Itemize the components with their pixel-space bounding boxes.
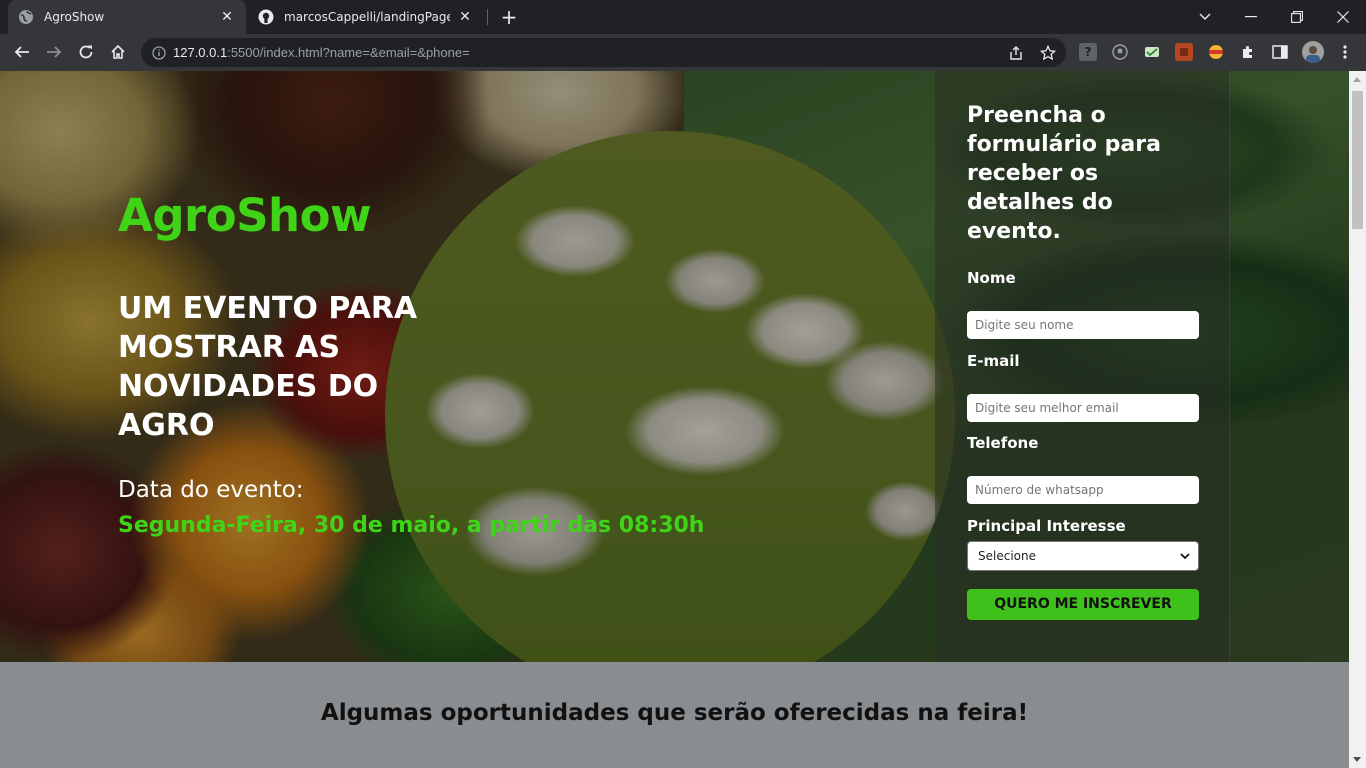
page-viewport: AgroShow UM EVENTO PARA MOSTRAR AS NOVID… — [0, 71, 1349, 768]
puzzle-icon[interactable] — [1239, 43, 1257, 61]
menu-icon[interactable] — [1336, 43, 1354, 61]
url-host: 127.0.0.1 — [173, 45, 228, 60]
page-scrollbar[interactable] — [1349, 71, 1366, 768]
home-icon[interactable] — [104, 38, 132, 66]
scroll-up-arrow-icon[interactable] — [1353, 77, 1361, 82]
globe-icon — [18, 9, 34, 25]
help-extension-icon[interactable]: ? — [1079, 43, 1097, 61]
github-extension-icon[interactable] — [1111, 43, 1129, 61]
url-path: :5500/index.html?name=&email=&phone= — [227, 45, 470, 60]
hero-section: AgroShow UM EVENTO PARA MOSTRAR AS NOVID… — [0, 71, 1349, 662]
form-title: Preencha o formulário para receber os de… — [967, 103, 1161, 244]
url-text: 127.0.0.1:5500/index.html?name=&email=&p… — [173, 45, 470, 60]
restore-icon[interactable] — [1274, 0, 1320, 34]
tab-agroshow[interactable]: AgroShow ✕ — [8, 0, 246, 34]
close-window-icon[interactable] — [1320, 0, 1366, 34]
color-extension-icon[interactable] — [1207, 43, 1225, 61]
book-extension-icon[interactable] — [1175, 43, 1193, 61]
github-icon — [258, 9, 274, 25]
close-tab-icon[interactable]: ✕ — [218, 8, 236, 26]
opportunities-section: Algumas oportunidades que serão oferecid… — [0, 662, 1349, 768]
close-tab-icon[interactable]: ✕ — [456, 8, 474, 26]
interest-label: Principal Interesse — [967, 517, 1126, 535]
brand-title: AgroShow — [118, 189, 372, 242]
event-date-label: Data do evento: — [118, 477, 304, 503]
hero-headline: UM EVENTO PARA MOSTRAR AS NOVIDADES DO A… — [118, 291, 418, 443]
scrollbar-thumb[interactable] — [1352, 91, 1363, 229]
site-info-icon[interactable] — [145, 39, 173, 67]
tab-search-icon[interactable] — [1182, 0, 1228, 34]
interest-select[interactable]: Selecione — [967, 541, 1199, 571]
tab-separator — [487, 9, 488, 25]
forward-icon[interactable] — [40, 38, 68, 66]
profile-avatar[interactable] — [1302, 41, 1324, 63]
tab-github[interactable]: marcosCappelli/landingPage at m ✕ — [248, 0, 484, 34]
minimize-icon[interactable] — [1228, 0, 1274, 34]
email-label: E-mail — [967, 352, 1020, 370]
tab-strip: AgroShow ✕ marcosCappelli/landingPage at… — [0, 0, 1366, 34]
name-label: Nome — [967, 269, 1016, 287]
scroll-down-arrow-icon[interactable] — [1353, 757, 1361, 762]
name-input[interactable] — [967, 311, 1199, 339]
submit-button[interactable]: QUERO ME INSCREVER — [967, 589, 1199, 620]
address-bar[interactable]: 127.0.0.1:5500/index.html?name=&email=&p… — [141, 38, 1066, 67]
bookmark-star-icon[interactable] — [1037, 42, 1059, 64]
share-icon[interactable] — [1005, 42, 1027, 64]
new-tab-button[interactable]: + — [498, 6, 520, 28]
signup-form: Preencha o formulário para receber os de… — [935, 71, 1230, 662]
side-panel-icon[interactable] — [1271, 43, 1289, 61]
back-icon[interactable] — [8, 38, 36, 66]
mail-extension-icon[interactable] — [1143, 43, 1161, 61]
event-date-value: Segunda-Feira, 30 de maio, a partir das … — [118, 513, 705, 538]
browser-toolbar: 127.0.0.1:5500/index.html?name=&email=&p… — [0, 34, 1366, 71]
email-input[interactable] — [967, 394, 1199, 422]
reload-icon[interactable] — [72, 38, 100, 66]
chevron-down-icon — [1180, 553, 1190, 560]
interest-selected-value: Selecione — [978, 549, 1036, 563]
phone-label: Telefone — [967, 434, 1039, 452]
phone-input[interactable] — [967, 476, 1199, 504]
opportunities-title: Algumas oportunidades que serão oferecid… — [320, 700, 1029, 726]
tab-title: marcosCappelli/landingPage at m — [284, 10, 450, 24]
tab-title: AgroShow — [44, 10, 105, 24]
